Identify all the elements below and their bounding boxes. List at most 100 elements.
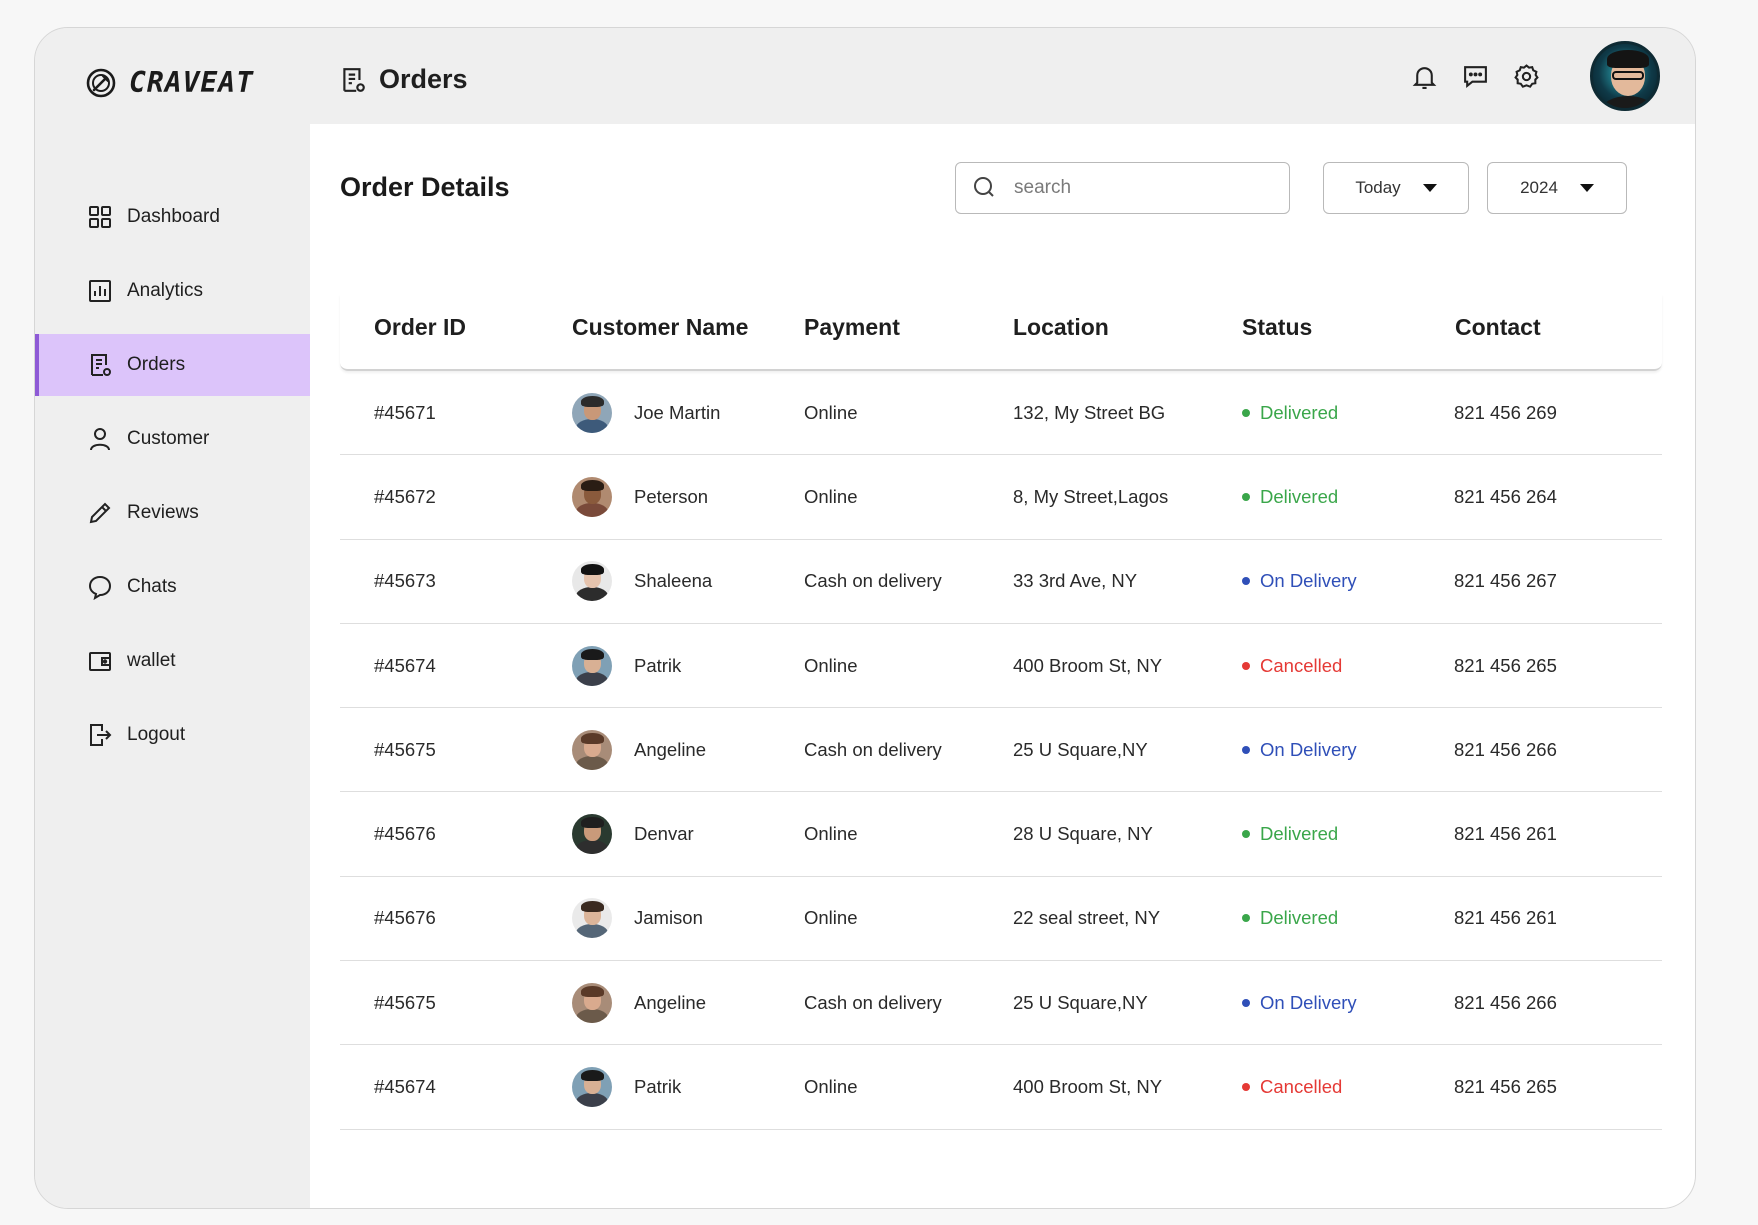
analytics-icon	[89, 280, 111, 302]
bell-icon[interactable]	[1411, 63, 1438, 90]
section-title: Order Details	[340, 172, 510, 202]
table-row[interactable]: #45674 Patrik Online 400 Broom St, NY Ca…	[340, 1045, 1662, 1130]
status-text: On Delivery	[1260, 991, 1357, 1013]
sidebar-item-label: Chats	[127, 576, 177, 597]
main-content: Order Details Today 2024 Order ID Custom…	[310, 124, 1695, 1208]
order-id-cell: #45675	[374, 738, 436, 760]
status-text: Delivered	[1260, 485, 1339, 507]
logout-icon	[90, 724, 112, 746]
sidebar-item-wallet[interactable]: wallet	[35, 630, 310, 692]
column-header-contact[interactable]: Contact	[1455, 314, 1541, 341]
order-id-cell: #45675	[374, 991, 436, 1013]
column-header-customer-name[interactable]: Customer Name	[572, 314, 748, 341]
app-window: CRAVEAT Dashboard Analytics Orders Custo…	[34, 27, 1696, 1209]
customer-icon	[90, 428, 110, 451]
search-input[interactable]	[1014, 177, 1264, 199]
table-row[interactable]: #45675 Angeline Cash on delivery 25 U Sq…	[340, 708, 1662, 793]
table-row[interactable]: #45676 Denvar Online 28 U Square, NY Del…	[340, 792, 1662, 877]
sidebar-item-dashboard[interactable]: Dashboard	[35, 186, 310, 248]
logo-text: CRAVEAT	[129, 66, 255, 99]
status-dot-icon	[1242, 492, 1250, 501]
contact-cell: 821 456 264	[1454, 485, 1557, 507]
column-header-status[interactable]: Status	[1242, 314, 1312, 341]
column-header-payment[interactable]: Payment	[804, 314, 900, 341]
customer-avatar	[572, 645, 612, 686]
contact-cell: 821 456 265	[1454, 1076, 1557, 1098]
status-badge: Delivered	[1242, 823, 1338, 845]
user-avatar[interactable]	[1590, 41, 1660, 111]
table-header: Order ID Customer Name Payment Location …	[340, 294, 1662, 371]
year-dropdown-value: 2024	[1520, 178, 1558, 197]
table-row[interactable]: #45671 Joe Martin Online 132, My Street …	[340, 371, 1662, 456]
status-badge: On Delivery	[1242, 992, 1357, 1014]
column-header-location[interactable]: Location	[1013, 314, 1109, 341]
status-text: Cancelled	[1260, 1076, 1343, 1098]
location-cell: 33 3rd Ave, NY	[1013, 570, 1138, 592]
location-cell: 22 seal street, NY	[1013, 907, 1161, 929]
table-row[interactable]: #45674 Patrik Online 400 Broom St, NY Ca…	[340, 624, 1662, 709]
customer-name-cell: Patrik	[634, 654, 682, 676]
period-dropdown[interactable]: Today	[1323, 162, 1469, 214]
table-body: #45671 Joe Martin Online 132, My Street …	[340, 371, 1662, 1130]
pencil-icon	[89, 502, 111, 524]
search-icon	[974, 177, 994, 197]
status-text: On Delivery	[1260, 738, 1357, 760]
status-dot-icon	[1242, 745, 1250, 754]
status-badge: Delivered	[1242, 486, 1338, 508]
customer-avatar	[572, 1067, 612, 1108]
status-dot-icon	[1242, 1083, 1250, 1092]
search-box[interactable]	[955, 162, 1290, 214]
sidebar-item-chats[interactable]: Chats	[35, 556, 310, 618]
logo[interactable]: CRAVEAT	[85, 66, 254, 99]
customer-avatar	[572, 476, 612, 517]
contact-cell: 821 456 267	[1454, 570, 1557, 592]
status-badge: Cancelled	[1242, 655, 1342, 677]
settings-gear-icon[interactable]	[1513, 63, 1540, 90]
order-id-cell: #45673	[374, 570, 436, 592]
location-cell: 28 U Square, NY	[1013, 823, 1153, 845]
logo-icon	[86, 68, 116, 97]
sidebar-item-reviews[interactable]: Reviews	[35, 482, 310, 544]
orders-table: Order ID Customer Name Payment Location …	[340, 294, 1662, 1130]
sidebar-item-label: wallet	[127, 650, 176, 671]
order-id-cell: #45671	[374, 401, 436, 423]
status-badge: On Delivery	[1242, 570, 1357, 592]
sidebar-item-label: Dashboard	[127, 206, 220, 227]
customer-name-cell: Angeline	[634, 991, 707, 1013]
customer-avatar	[572, 561, 612, 602]
payment-cell: Online	[804, 401, 858, 423]
caret-down-icon	[1422, 184, 1437, 192]
contact-cell: 821 456 266	[1454, 991, 1557, 1013]
status-dot-icon	[1242, 661, 1250, 670]
customer-avatar	[572, 729, 612, 770]
customer-avatar	[572, 392, 612, 433]
sidebar-item-logout[interactable]: Logout	[35, 704, 310, 766]
table-row[interactable]: #45675 Angeline Cash on delivery 25 U Sq…	[340, 961, 1662, 1046]
order-id-cell: #45672	[374, 485, 436, 507]
customer-name-cell: Patrik	[634, 1076, 682, 1098]
location-cell: 400 Broom St, NY	[1013, 1076, 1163, 1098]
message-icon[interactable]	[1462, 63, 1489, 90]
status-badge: Delivered	[1242, 402, 1338, 424]
header-actions	[1411, 63, 1540, 90]
sidebar-item-customer[interactable]: Customer	[35, 408, 310, 470]
column-header-order-id[interactable]: Order ID	[374, 314, 466, 341]
table-row[interactable]: #45672 Peterson Online 8, My Street,Lago…	[340, 455, 1662, 540]
payment-cell: Online	[804, 907, 858, 929]
status-text: Delivered	[1260, 823, 1339, 845]
table-row[interactable]: #45676 Jamison Online 22 seal street, NY…	[340, 877, 1662, 962]
sidebar-item-orders[interactable]: Orders	[35, 334, 310, 396]
caret-down-icon	[1579, 184, 1594, 192]
sidebar-item-label: Customer	[127, 428, 210, 449]
contact-cell: 821 456 265	[1454, 654, 1557, 676]
table-row[interactable]: #45673 Shaleena Cash on delivery 33 3rd …	[340, 540, 1662, 624]
year-dropdown[interactable]: 2024	[1487, 162, 1627, 214]
sidebar-item-analytics[interactable]: Analytics	[35, 260, 310, 322]
payment-cell: Online	[804, 1076, 858, 1098]
customer-name-cell: Shaleena	[634, 570, 713, 592]
sidebar-item-label: Analytics	[127, 280, 204, 301]
sidebar-item-label: Orders	[127, 354, 186, 375]
payment-cell: Online	[804, 823, 858, 845]
payment-cell: Cash on delivery	[804, 991, 942, 1013]
customer-name-cell: Denvar	[634, 823, 694, 845]
